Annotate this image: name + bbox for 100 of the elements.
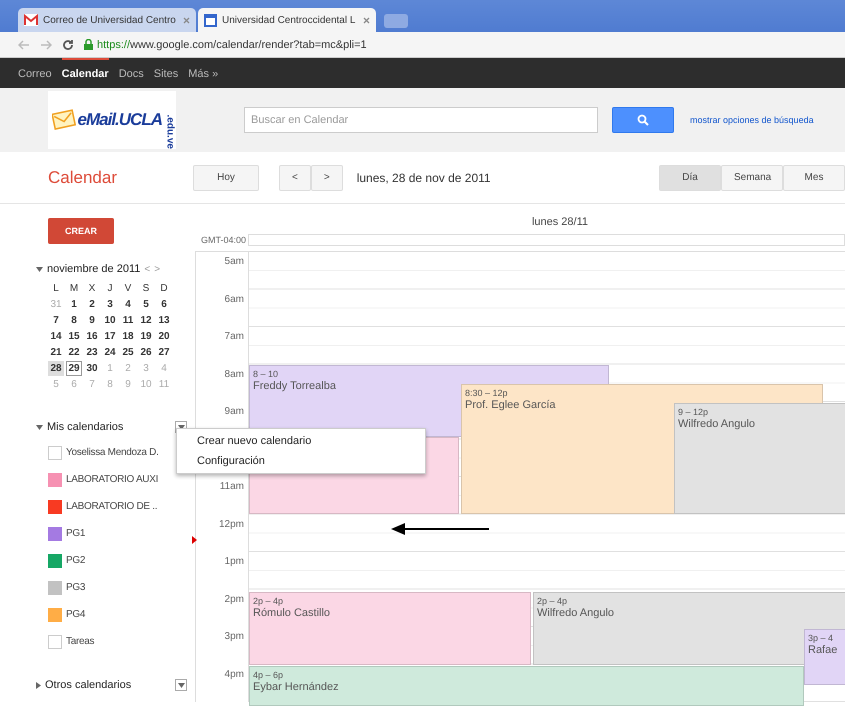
mini-calendar-day[interactable]: 25 xyxy=(120,345,136,360)
hour-label: 12pm xyxy=(218,518,244,530)
mini-calendar-day[interactable]: 14 xyxy=(48,329,64,344)
event-block[interactable]: 2p – 4p Rómulo Castillo xyxy=(249,592,531,665)
weekday-label: S xyxy=(142,282,150,296)
mini-calendar-day[interactable]: 8 xyxy=(66,313,82,328)
view-tab[interactable]: Mes xyxy=(783,164,845,190)
event-block[interactable]: 3p – 4 Rafae xyxy=(804,629,845,685)
nav-link[interactable]: Docs xyxy=(118,58,144,88)
calendar-name[interactable]: PG1 xyxy=(66,528,86,539)
month-title: noviembre de 2011 xyxy=(47,263,140,275)
app-title: Calendar xyxy=(48,168,118,188)
calendar-name[interactable]: Tareas xyxy=(66,636,94,647)
forward-icon[interactable] xyxy=(40,40,52,50)
mini-calendar-day[interactable]: 5 xyxy=(138,297,154,312)
view-tab[interactable]: Semana xyxy=(721,164,783,190)
calendar-name[interactable]: PG3 xyxy=(66,582,86,593)
calendar-checkbox[interactable] xyxy=(48,500,62,514)
calendar-checkbox[interactable] xyxy=(48,472,62,486)
expand-icon[interactable] xyxy=(36,682,41,688)
address-field[interactable]: https://www.google.com/calendar/render?tab=mc&pli=1 xyxy=(84,38,367,50)
browser-tab[interactable]: Universidad Centroccidental L xyxy=(198,8,376,32)
calendar-name[interactable]: PG4 xyxy=(66,609,86,620)
calendar-checkbox[interactable] xyxy=(48,580,62,594)
event-block[interactable]: 9 – 12p Wilfredo Angulo xyxy=(674,403,845,514)
mail-icon xyxy=(24,14,38,26)
calendar-checkbox[interactable] xyxy=(48,608,62,622)
mini-calendar-day[interactable]: 30 xyxy=(84,361,100,376)
section-title: Mis calendarios xyxy=(47,421,124,433)
close-icon[interactable] xyxy=(363,16,370,24)
mini-calendar-day[interactable]: 7 xyxy=(48,313,64,328)
view-tab[interactable]: Día xyxy=(659,164,721,190)
mini-calendar-day[interactable]: 4 xyxy=(120,297,136,312)
calendar-checkbox[interactable] xyxy=(48,526,62,540)
tab-title: Correo de Universidad Centro xyxy=(43,14,176,26)
hour-label: 5am xyxy=(224,256,244,267)
prev-button[interactable]: < xyxy=(279,164,311,190)
event-block[interactable]: 4p – 6p Eybar Hernández xyxy=(249,666,804,706)
mini-calendar-day[interactable]: 3 xyxy=(102,297,118,312)
nav-link[interactable]: Más » xyxy=(188,58,218,88)
collapse-icon[interactable] xyxy=(36,266,43,272)
search-button[interactable] xyxy=(612,107,674,133)
mini-calendar-day[interactable]: 23 xyxy=(84,345,100,360)
search-field[interactable]: Buscar en Calendar xyxy=(244,107,598,133)
calendar-checkbox[interactable] xyxy=(48,554,62,568)
current-time-marker xyxy=(192,536,197,544)
calendar-name[interactable]: LABORATORIO AUXI xyxy=(66,474,158,485)
today-button[interactable]: Hoy xyxy=(193,164,259,190)
mini-calendar-day[interactable]: 24 xyxy=(102,345,118,360)
hour-label: 3pm xyxy=(224,631,244,642)
mini-calendar-day[interactable]: 15 xyxy=(66,329,82,344)
mini-calendar-day[interactable]: 18 xyxy=(120,329,136,344)
nav-link[interactable]: Correo xyxy=(18,58,52,88)
calendar-checkbox[interactable] xyxy=(48,446,62,460)
hour-label: 6am xyxy=(224,294,244,304)
collapse-icon[interactable] xyxy=(36,424,43,430)
calendar-name[interactable]: PG2 xyxy=(66,555,86,566)
mini-calendar-day[interactable]: 22 xyxy=(66,345,82,360)
weekday-label: M xyxy=(68,282,80,296)
mini-calendar-day[interactable]: 19 xyxy=(138,329,154,344)
mini-calendar-day[interactable]: 20 xyxy=(156,329,172,344)
mini-calendar-day[interactable]: 1 xyxy=(66,297,82,312)
mini-calendar-day[interactable]: 11 xyxy=(120,313,136,328)
close-icon[interactable] xyxy=(183,16,190,24)
mini-calendar-day[interactable]: 26 xyxy=(138,345,154,360)
next-button[interactable]: > xyxy=(310,164,343,190)
calendar-name[interactable]: Yoselissa Mendoza D. xyxy=(66,447,159,458)
hour-label: 11am xyxy=(220,481,244,492)
hour-label: 4pm xyxy=(224,668,244,680)
mini-calendar-day[interactable]: 12 xyxy=(138,313,154,328)
mini-calendar-day[interactable]: 13 xyxy=(156,313,172,328)
day-header: lunes 28/11 xyxy=(532,216,588,228)
search-options-link[interactable]: mostrar opciones de búsqueda xyxy=(690,115,814,125)
reload-icon[interactable] xyxy=(62,38,74,50)
dropdown-button[interactable] xyxy=(175,679,187,691)
mini-calendar-day[interactable]: 16 xyxy=(84,329,100,344)
mini-calendar-day[interactable]: 17 xyxy=(102,329,118,344)
weekday-label: L xyxy=(52,282,60,296)
lock-icon xyxy=(84,39,93,50)
mini-calendar-day[interactable]: 29 xyxy=(66,361,82,376)
mini-calendar-day[interactable]: 9 xyxy=(84,313,100,328)
tab-title: Universidad Centroccidental L xyxy=(222,14,356,26)
mini-calendar-day[interactable]: 10 xyxy=(102,313,118,328)
hour-label: 8am xyxy=(224,368,244,380)
calendar-checkbox[interactable] xyxy=(48,634,62,648)
menu-item[interactable]: Configuración xyxy=(177,451,425,471)
calendar-name[interactable]: LABORATORIO DE .. xyxy=(66,501,158,512)
logo: eMail.UCLA .edu.ve xyxy=(48,91,176,149)
hour-label: 2pm xyxy=(224,594,244,604)
mini-calendar-day[interactable]: 28 xyxy=(48,361,64,376)
back-icon[interactable] xyxy=(18,40,30,50)
nav-link[interactable]: Sites xyxy=(154,58,178,88)
mini-calendar-day[interactable]: 21 xyxy=(48,345,64,360)
hour-label: 1pm xyxy=(224,556,244,567)
mini-calendar-day[interactable]: 2 xyxy=(84,297,100,312)
create-button[interactable]: CREAR xyxy=(48,218,114,244)
mini-calendar-day[interactable]: 27 xyxy=(156,345,172,360)
section-title: Otros calendarios xyxy=(45,679,132,691)
mini-calendar-day[interactable]: 6 xyxy=(156,297,172,312)
browser-tab[interactable]: Correo de Universidad Centro xyxy=(18,8,196,32)
